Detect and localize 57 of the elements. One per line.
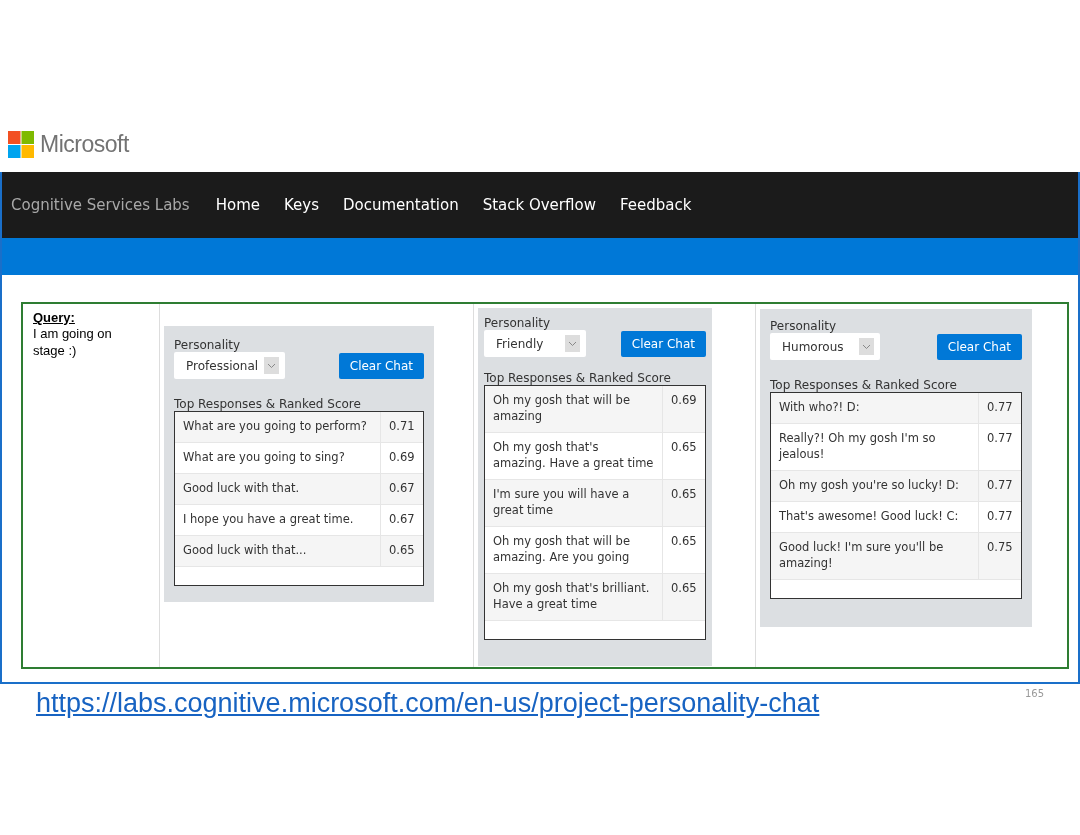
score-cell: 0.65 <box>662 479 705 527</box>
query-label: Query: <box>33 310 76 325</box>
logo-text: Microsoft <box>40 130 129 158</box>
site-brand[interactable]: Cognitive Services Labs <box>11 196 190 214</box>
nav-link[interactable]: Documentation <box>343 196 459 214</box>
score-cell: 0.65 <box>662 526 705 574</box>
chevron-down-icon <box>264 357 280 374</box>
clear-chat-button[interactable]: Clear Chat <box>620 330 706 357</box>
nav-link[interactable]: Home <box>215 196 260 214</box>
windows-logo-icon <box>8 130 34 158</box>
url-link[interactable]: https://labs.cognitive.microsoft.com/en-us/project-personality-chat <box>36 688 820 719</box>
responses-heading: Top Responses & Ranked Score <box>484 371 672 385</box>
response-cell: Oh my gosh that will be amazing <box>485 386 663 433</box>
query-text: I am going on stage :) <box>33 325 113 359</box>
response-cell: Oh my gosh that will be amazing. Are you going <box>485 526 663 574</box>
chevron-down-icon <box>859 338 874 355</box>
nav-link[interactable]: Keys <box>284 196 319 214</box>
response-cell: What are you going to perform? <box>175 412 381 443</box>
personality-label: Personality <box>174 338 242 352</box>
chevron-down-icon <box>565 335 580 352</box>
personality-label: Personality <box>484 316 552 330</box>
score-cell: 0.69 <box>380 442 423 474</box>
response-cell: Really?! Oh my gosh I'm so jealous! <box>771 423 979 471</box>
score-cell: 0.75 <box>978 532 1021 580</box>
score-cell: 0.77 <box>978 423 1021 471</box>
response-cell: Oh my gosh that's brilliant. Have a great time <box>485 573 663 621</box>
score-cell: 0.77 <box>978 393 1021 424</box>
score-cell: 0.67 <box>380 473 423 505</box>
responses-heading: Top Responses & Ranked Score <box>174 397 362 411</box>
score-cell: 0.77 <box>978 501 1021 533</box>
response-cell: With who?! D: <box>771 393 979 424</box>
response-cell: Good luck! I'm sure you'll be amazing! <box>771 532 979 580</box>
response-cell: That's awesome! Good luck! C: <box>771 501 979 533</box>
personality-dropdown[interactable]: Professional <box>174 352 286 379</box>
clear-chat-button[interactable]: Clear Chat <box>936 333 1022 360</box>
response-cell: Oh my gosh you're so lucky! D: <box>771 470 979 502</box>
response-cell: I hope you have a great time. <box>175 504 381 536</box>
personality-label: Personality <box>770 319 838 333</box>
score-cell: 0.65 <box>662 573 705 621</box>
nav-link[interactable]: Feedback <box>619 196 692 214</box>
clear-chat-button[interactable]: Clear Chat <box>338 352 424 379</box>
personality-dropdown[interactable]: Humorous <box>770 333 880 360</box>
response-cell: Oh my gosh that's amazing. Have a great time <box>485 432 663 480</box>
response-cell: I'm sure you will have a great time <box>485 479 663 527</box>
score-cell: 0.71 <box>380 412 423 443</box>
score-cell: 0.65 <box>380 535 423 567</box>
score-cell: 0.65 <box>662 432 705 480</box>
response-cell: What are you going to sing? <box>175 442 381 474</box>
score-cell: 0.67 <box>380 504 423 536</box>
response-cell: Good luck with that. <box>175 473 381 505</box>
nav-link[interactable]: Stack Overflow <box>482 196 596 214</box>
page-number: 165 <box>1024 688 1044 701</box>
response-cell: Good luck with that... <box>175 535 381 567</box>
score-cell: 0.69 <box>662 386 705 433</box>
score-cell: 0.77 <box>978 470 1021 502</box>
personality-dropdown[interactable]: Friendly <box>484 330 586 357</box>
responses-heading: Top Responses & Ranked Score <box>770 378 958 392</box>
